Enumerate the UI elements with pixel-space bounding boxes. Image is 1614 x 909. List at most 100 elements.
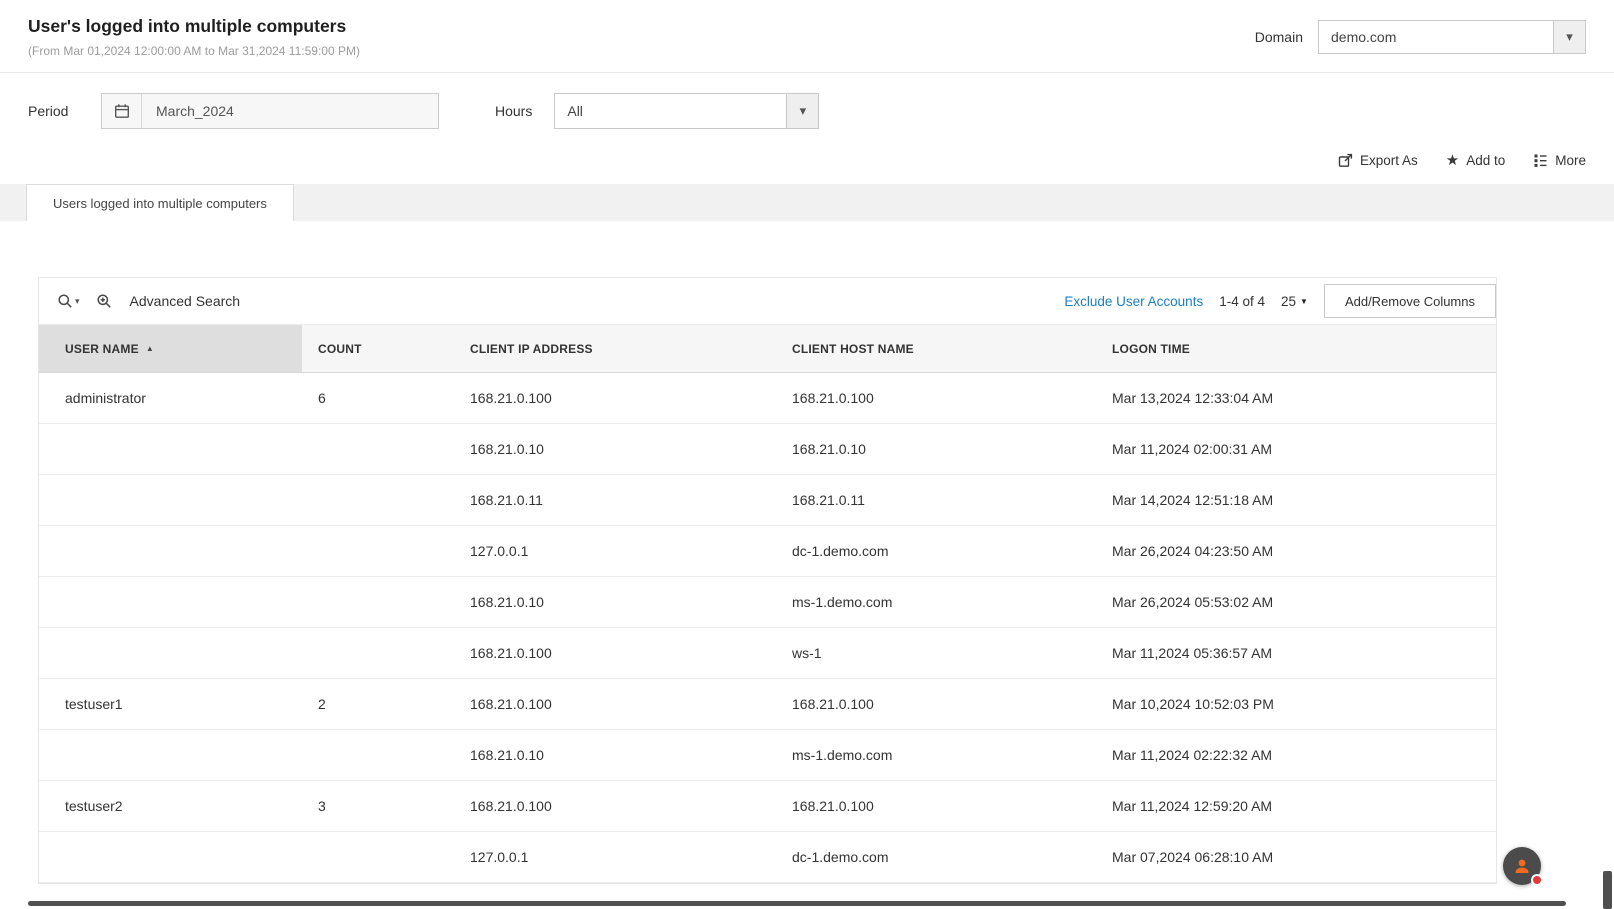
chevron-down-icon[interactable]: ▾ [786,94,819,128]
column-header-count[interactable]: COUNT [302,324,454,373]
cell: 168.21.0.11 [454,474,776,526]
table-header-row: USER NAME ▲ COUNT CLIENT IP ADDRESS CLIENT H… [39,324,1496,373]
cell: 168.21.0.10 [454,729,776,781]
table-row[interactable]: 127.0.0.1 dc-1.demo.com Mar 07,2024 06:28:… [39,831,1496,883]
table-toolbar: ▾ Advanced Search Exclude User Accounts … [39,278,1496,324]
period-picker [101,93,439,129]
report-table-panel: ▾ Advanced Search Exclude User Accounts … [38,277,1497,884]
column-header-client-ip-address[interactable]: CLIENT IP ADDRESS [454,324,776,373]
period-label: Period [28,103,69,119]
page-size-dropdown[interactable]: 25 ▼ [1281,294,1308,309]
cell: dc-1.demo.com [776,525,1096,577]
cell: Mar 07,2024 06:28:10 AM [1096,831,1496,883]
chevron-down-icon[interactable]: ▾ [1553,21,1585,53]
column-header-user-name[interactable]: USER NAME ▲ [39,324,302,373]
report-date-range: (From Mar 01,2024 12:00:00 AM to Mar 31,… [28,44,360,58]
cell: administrator [39,372,302,424]
results-table: USER NAME ▲ COUNT CLIENT IP ADDRESS CLIENT H… [39,324,1496,883]
cell: Mar 13,2024 12:33:04 AM [1096,372,1496,424]
hours-dropdown[interactable]: All ▾ [554,93,820,129]
cell: Mar 11,2024 02:00:31 AM [1096,423,1496,475]
cell [302,423,454,475]
cell: Mar 11,2024 12:59:20 AM [1096,780,1496,832]
add-to-button[interactable]: ★ Add to [1446,153,1505,168]
period-input[interactable] [142,94,438,128]
calendar-icon[interactable] [102,94,142,128]
cell [39,474,302,526]
cell: 168.21.0.100 [454,627,776,679]
table-row[interactable]: 127.0.0.1 dc-1.demo.com Mar 26,2024 04:23:… [39,525,1496,577]
export-as-button[interactable]: Export As [1338,153,1418,168]
vertical-scrollbar[interactable] [1603,871,1612,909]
more-button[interactable]: More [1533,153,1586,168]
cell: testuser1 [39,678,302,730]
table-row[interactable]: 168.21.0.11 168.21.0.11 Mar 14,2024 12:51:… [39,474,1496,526]
cell [302,474,454,526]
cell [39,729,302,781]
cell: ws-1 [776,627,1096,679]
column-header-logon-time[interactable]: LOGON TIME [1096,324,1496,373]
cell: dc-1.demo.com [776,831,1096,883]
cell: 168.21.0.100 [454,678,776,730]
cell: 168.21.0.100 [776,678,1096,730]
cell: 168.21.0.100 [776,780,1096,832]
chat-widget-button[interactable] [1503,847,1543,886]
cell [39,525,302,577]
page-size-value: 25 [1280,293,1297,309]
cell: Mar 11,2024 02:22:32 AM [1096,729,1496,781]
sort-asc-icon: ▲ [145,343,154,353]
table-row[interactable]: administrator 6 168.21.0.100 168.21.0.100 Ma… [39,372,1496,424]
domain-dropdown[interactable]: demo.com ▾ [1318,20,1586,54]
cell [302,525,454,577]
title-block: User's logged into multiple computers (F… [28,16,360,58]
page-header: User's logged into multiple computers (F… [0,0,1614,58]
cell [302,831,454,883]
table-row[interactable]: 168.21.0.100 ws-1 Mar 11,2024 05:36:57 AM [39,627,1496,679]
add-remove-columns-button[interactable]: Add/Remove Columns [1323,284,1496,318]
cell [302,576,454,628]
cell [39,627,302,679]
cell: 168.21.0.100 [454,780,776,832]
export-icon [1338,153,1353,168]
domain-value: demo.com [1331,29,1397,45]
horizontal-scrollbar[interactable] [28,901,1566,906]
column-header-client-host-name[interactable]: CLIENT HOST NAME [776,324,1096,373]
cell: ms-1.demo.com [776,576,1096,628]
cell: Mar 10,2024 10:52:03 PM [1096,678,1496,730]
cell: 168.21.0.10 [776,423,1096,475]
cell [39,831,302,883]
cell: 168.21.0.100 [776,372,1096,424]
header-divider [0,72,1614,73]
search-icon[interactable]: ▾ [57,293,80,309]
table-row[interactable]: 168.21.0.10 168.21.0.10 Mar 11,2024 02:00:… [39,423,1496,475]
cell: Mar 26,2024 04:23:50 AM [1096,525,1496,577]
cell: 3 [302,780,454,832]
exclude-user-accounts-link[interactable]: Exclude User Accounts [1064,294,1203,309]
tab-users-logged-into-multiple-computers[interactable]: Users logged into multiple computers [26,184,294,221]
more-label: More [1555,153,1586,168]
cell: 2 [302,678,454,730]
table-row[interactable]: testuser1 2 168.21.0.100 168.21.0.100 Mar 10… [39,678,1496,730]
cell: Mar 26,2024 05:53:02 AM [1096,576,1496,628]
caret-down-icon: ▼ [1300,296,1308,306]
export-as-label: Export As [1359,153,1418,168]
table-row[interactable]: testuser2 3 168.21.0.100 168.21.0.100 Mar 11… [39,780,1496,832]
table-row[interactable]: 168.21.0.10 ms-1.demo.com Mar 26,2024 05:5… [39,576,1496,628]
person-icon [1512,856,1532,876]
star-icon: ★ [1445,152,1460,169]
table-body: administrator 6 168.21.0.100 168.21.0.100 Ma… [39,372,1496,883]
advanced-search-icon[interactable] [96,293,112,309]
advanced-search-label[interactable]: Advanced Search [130,293,241,309]
result-range: 1-4 of 4 [1219,293,1265,309]
tab-bar: Users logged into multiple computers [0,184,1614,221]
cell: 127.0.0.1 [454,525,776,577]
table-row[interactable]: 168.21.0.10 ms-1.demo.com Mar 11,2024 02:2… [39,729,1496,781]
cell: 168.21.0.100 [454,372,776,424]
cell [302,627,454,679]
cell: testuser2 [39,780,302,832]
cell [39,423,302,475]
more-icon [1533,153,1548,168]
cell: Mar 11,2024 05:36:57 AM [1096,627,1496,679]
domain-selector: Domain demo.com ▾ [1255,16,1586,58]
cell: 168.21.0.11 [776,474,1096,526]
